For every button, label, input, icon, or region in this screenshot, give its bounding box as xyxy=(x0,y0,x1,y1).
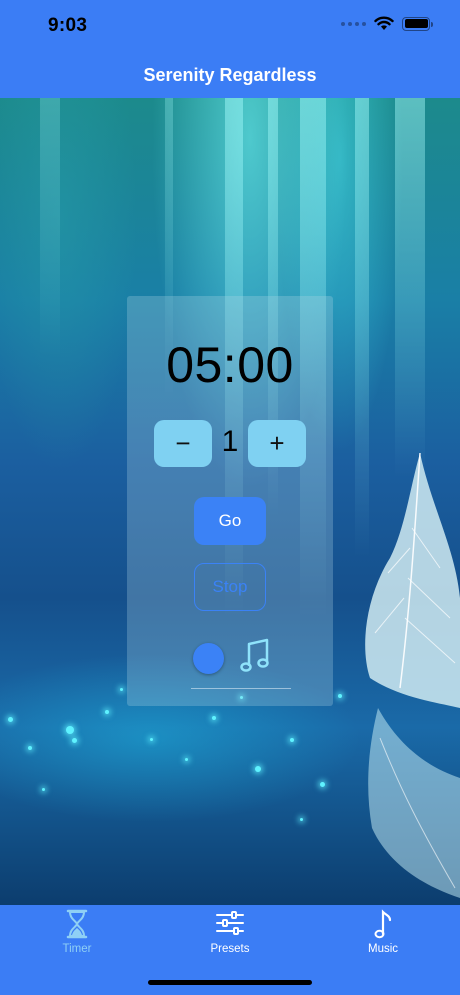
wifi-icon xyxy=(374,16,394,30)
music-note-icon xyxy=(374,909,392,939)
signal-icon xyxy=(341,21,366,26)
status-bar: 9:03 xyxy=(0,0,460,52)
battery-icon xyxy=(402,16,433,31)
sound-toggle[interactable] xyxy=(193,643,224,674)
volume-slider[interactable] xyxy=(191,688,291,689)
stop-button[interactable]: Stop xyxy=(194,563,266,611)
page-title: Serenity Regardless xyxy=(143,64,317,85)
hourglass-icon xyxy=(66,909,88,939)
tab-timer[interactable]: Timer xyxy=(17,905,137,965)
tab-label: Timer xyxy=(62,943,92,955)
home-indicator xyxy=(148,980,312,985)
decrement-button[interactable]: − xyxy=(154,420,212,467)
tab-label: Presets xyxy=(210,943,250,955)
tab-presets[interactable]: Presets xyxy=(170,905,290,965)
status-time: 9:03 xyxy=(48,15,88,36)
go-button[interactable]: Go xyxy=(194,497,266,545)
navigation-bar: Serenity Regardless xyxy=(0,52,460,98)
leaf-decoration xyxy=(365,452,460,898)
stepper-value: 1 xyxy=(221,425,239,458)
sliders-icon xyxy=(216,911,244,935)
increment-button[interactable]: + xyxy=(248,420,306,467)
tab-music[interactable]: Music xyxy=(323,905,443,965)
tab-label: Music xyxy=(367,943,399,955)
music-note-icon xyxy=(240,638,269,672)
status-icons xyxy=(341,16,433,31)
timer-display: 05:00 xyxy=(166,337,294,393)
